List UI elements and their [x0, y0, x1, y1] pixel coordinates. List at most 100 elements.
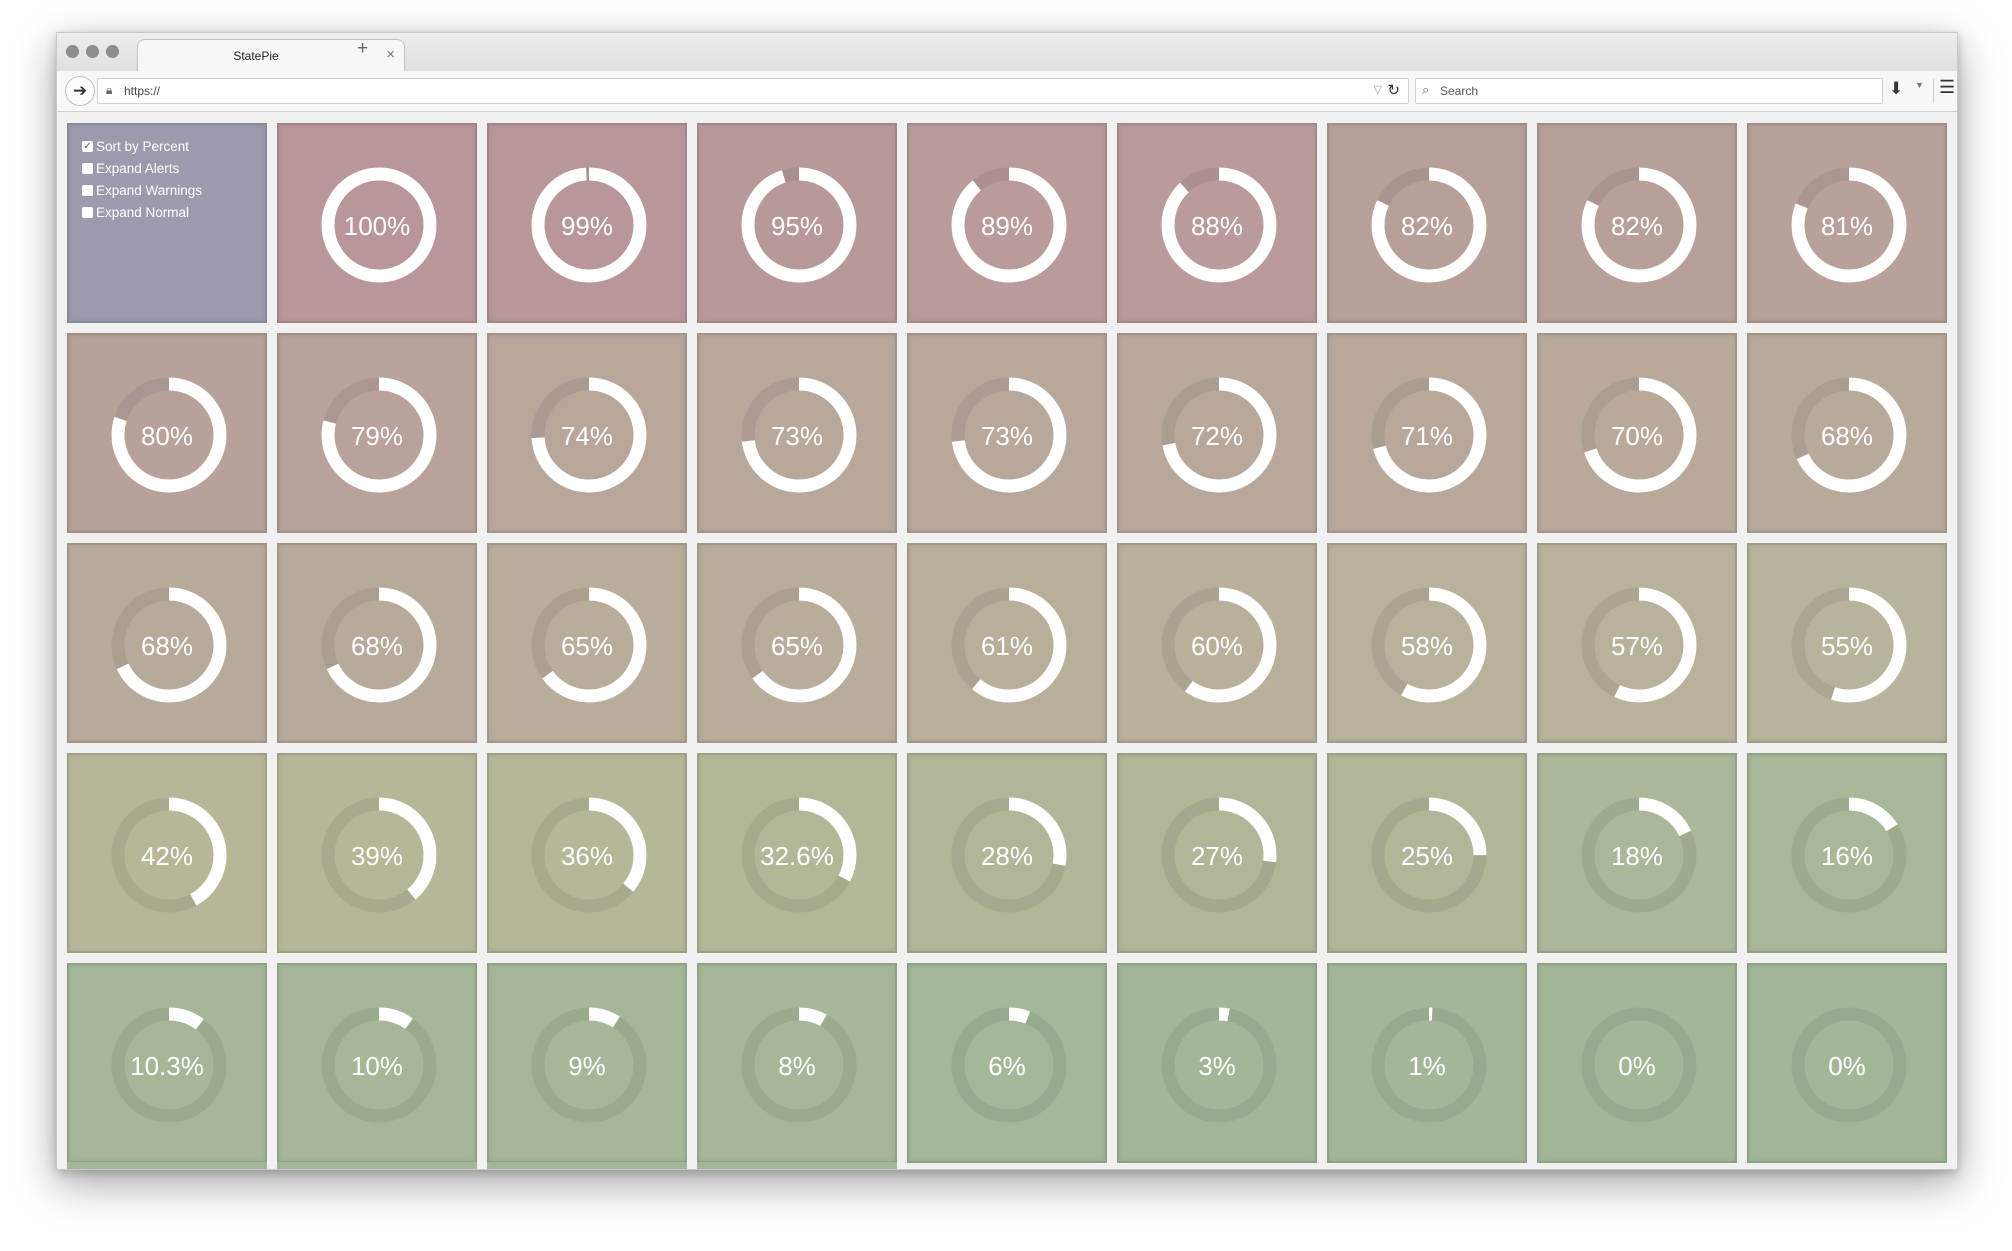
pie-tile[interactable]: 73%	[697, 333, 897, 533]
checkbox[interactable]	[82, 162, 93, 174]
pie-tile[interactable]: 89%	[907, 123, 1107, 323]
pie-tile[interactable]: 80%	[67, 333, 267, 533]
page-content: ✓ Sort by Percent Expand Alerts Expand Warn…	[57, 112, 1957, 1169]
pie-tile[interactable]: 82%	[1537, 123, 1737, 323]
pie-tile[interactable]: 58%	[1327, 543, 1527, 743]
controls-list: ✓ Sort by Percent Expand Alerts Expand Warn…	[82, 135, 202, 223]
pie-tile[interactable]: 65%	[487, 543, 687, 743]
partial-tile	[487, 1162, 687, 1169]
pie-tile[interactable]: 39%	[277, 753, 477, 953]
pie-tile[interactable]: 82%	[1327, 123, 1527, 323]
percent-label: 0%	[1828, 1051, 1866, 1081]
control-expand-warnings[interactable]: Expand Warnings	[82, 179, 202, 201]
back-button[interactable]: ➔	[65, 76, 95, 106]
pie-tile[interactable]: 10.3%	[67, 963, 267, 1163]
percent-label: 68%	[140, 631, 194, 661]
percent-label: 79%	[350, 421, 404, 451]
percent-label: 74%	[560, 421, 614, 451]
pie-tile[interactable]: 72%	[1117, 333, 1317, 533]
percent-label: 0%	[1618, 1051, 1656, 1081]
pie-tile[interactable]: 65%	[697, 543, 897, 743]
pie-tile[interactable]: 57%	[1537, 543, 1737, 743]
search-bar[interactable]: ⌕	[1415, 78, 1883, 104]
percent-label: 95%	[770, 211, 824, 241]
pie-tile[interactable]: 6%	[907, 963, 1107, 1163]
pie-tile[interactable]: 8%	[697, 963, 897, 1163]
control-sort-by-percent[interactable]: ✓ Sort by Percent	[82, 135, 202, 157]
percent-label: 10.3%	[130, 1051, 204, 1081]
pie-tile[interactable]: 73%	[907, 333, 1107, 533]
control-label: Expand Alerts	[96, 160, 180, 176]
pie-tile[interactable]: 79%	[277, 333, 477, 533]
partial-tile	[67, 1162, 267, 1169]
percent-label: 71%	[1400, 421, 1454, 451]
pie-tile[interactable]: 25%	[1327, 753, 1527, 953]
search-input[interactable]	[1440, 82, 1870, 99]
pie-tile[interactable]: 16%	[1747, 753, 1947, 953]
percent-label: 1%	[1408, 1051, 1446, 1081]
partial-tile	[277, 1162, 477, 1169]
reload-icon[interactable]: ↻	[1387, 81, 1400, 99]
pie-tile[interactable]: 36%	[487, 753, 687, 953]
pie-tile[interactable]: 61%	[907, 543, 1107, 743]
close-window-button[interactable]	[66, 45, 79, 58]
tab-close-icon[interactable]: ×	[386, 46, 395, 63]
percent-label: 25%	[1400, 841, 1454, 871]
percent-label: 60%	[1190, 631, 1244, 661]
pie-tile[interactable]: 55%	[1747, 543, 1947, 743]
control-expand-alerts[interactable]: Expand Alerts	[82, 157, 202, 179]
pie-grid: ✓ Sort by Percent Expand Alerts Expand Warn…	[67, 123, 1947, 1163]
download-icon[interactable]: ⬇	[1889, 79, 1903, 99]
percent-label: 58%	[1400, 631, 1454, 661]
hamburger-menu-icon[interactable]: ☰	[1939, 77, 1955, 98]
pie-tile[interactable]: 42%	[67, 753, 267, 953]
pie-tile[interactable]: 0%	[1537, 963, 1737, 1163]
pie-tile[interactable]: 60%	[1117, 543, 1317, 743]
zoom-window-button[interactable]	[106, 45, 119, 58]
pie-tile[interactable]: 68%	[277, 543, 477, 743]
pie-tile[interactable]: 70%	[1537, 333, 1737, 533]
control-label: Sort by Percent	[96, 138, 190, 154]
search-icon: ⌕	[1422, 82, 1430, 97]
url-dropdown-icon[interactable]: ▽	[1374, 83, 1382, 96]
pie-tile[interactable]: 9%	[487, 963, 687, 1163]
back-arrow-icon: ➔	[72, 81, 88, 100]
url-text: https://	[124, 84, 161, 98]
minimize-window-button[interactable]	[86, 45, 99, 58]
percent-label: 65%	[770, 631, 824, 661]
checkbox[interactable]: ✓	[82, 140, 93, 152]
pie-tile[interactable]: 100%	[277, 123, 477, 323]
pie-tile[interactable]: 95%	[697, 123, 897, 323]
pie-tile[interactable]: 99%	[487, 123, 687, 323]
percent-label: 70%	[1610, 421, 1664, 451]
percent-label: 39%	[350, 841, 404, 871]
pie-tile[interactable]: 3%	[1117, 963, 1317, 1163]
pie-tile[interactable]: 10%	[277, 963, 477, 1163]
checkbox[interactable]	[82, 206, 93, 218]
control-expand-normal[interactable]: Expand Normal	[82, 201, 202, 223]
percent-label: 99%	[560, 211, 614, 241]
percent-label: 89%	[980, 211, 1034, 241]
pie-tile[interactable]: 71%	[1327, 333, 1527, 533]
pie-tile[interactable]: 68%	[67, 543, 267, 743]
pie-tile[interactable]: 18%	[1537, 753, 1737, 953]
pie-tile[interactable]: 68%	[1747, 333, 1947, 533]
url-bar[interactable]: 🔒︎ https:// ▽ ↻	[97, 78, 1409, 104]
pie-tile[interactable]: 32.6%	[697, 753, 897, 953]
pie-tile[interactable]: 74%	[487, 333, 687, 533]
pie-tile[interactable]: 28%	[907, 753, 1107, 953]
percent-label: 8%	[778, 1051, 816, 1081]
new-tab-button[interactable]: +	[357, 38, 368, 60]
pie-tile[interactable]: 88%	[1117, 123, 1317, 323]
download-menu-icon[interactable]: ▼	[1915, 80, 1924, 90]
percent-label: 65%	[560, 631, 614, 661]
control-label: Expand Warnings	[96, 182, 203, 198]
percent-label: 6%	[988, 1051, 1026, 1081]
pie-tile[interactable]: 0%	[1747, 963, 1947, 1163]
controls-panel: ✓ Sort by Percent Expand Alerts Expand Warn…	[67, 123, 267, 323]
pie-tile[interactable]: 1%	[1327, 963, 1527, 1163]
checkbox[interactable]	[82, 184, 93, 196]
pie-tile[interactable]: 81%	[1747, 123, 1947, 323]
percent-label: 27%	[1190, 841, 1244, 871]
pie-tile[interactable]: 27%	[1117, 753, 1317, 953]
